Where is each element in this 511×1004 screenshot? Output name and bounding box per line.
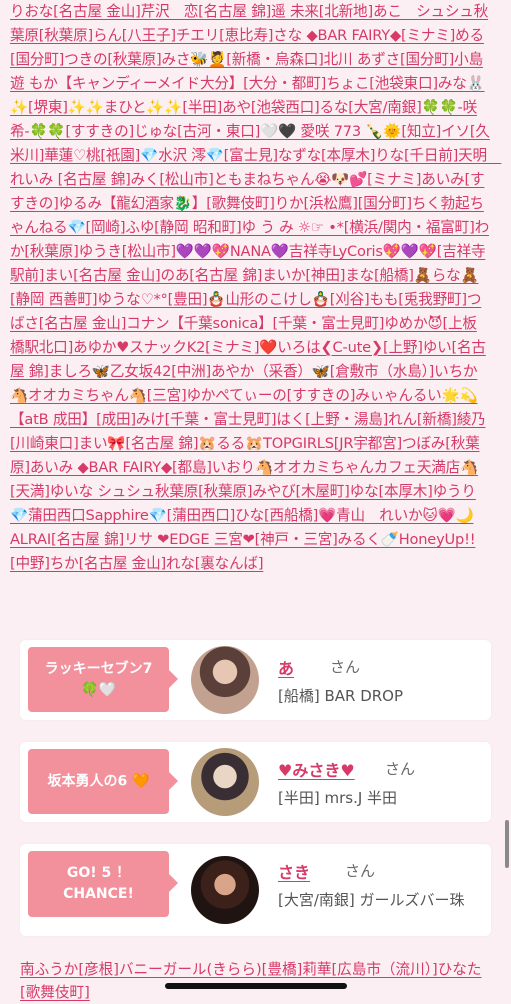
ranking-name-list-bottom[interactable]: 南ふうか[彦根]バニーガール(きらら)[豊橋]莉華[広島市（流川）]ひなた[歌舞… [20,958,490,1004]
honorific-label: さん [330,658,361,676]
rank-badge-label: 坂本勇人の6 🧡 [47,773,150,789]
cast-name-link[interactable]: あ [278,655,294,679]
honorific-label: さん [345,862,376,880]
scrollbar[interactable] [505,820,509,868]
rank-badge: 坂本勇人の6 🧡 [28,749,178,814]
ranking-card-6[interactable]: 坂本勇人の6 🧡 ♥みさき♥ さん [半田] mrs.J 半田 [20,742,491,822]
ranking-name-list[interactable]: りおな[名古屋 金山]芹沢 恋[名古屋 錦]遥 未来[北新地]あこ シュシュ秋葉… [10,0,502,576]
rank-badge-label: ラッキーセブン7 🍀🤍 [44,660,153,698]
avatar[interactable] [191,646,259,714]
shop-name: [半田] mrs.J 半田 [278,789,398,807]
rank-badge: ラッキーセブン7 🍀🤍 [28,647,178,712]
rank-badge: GO! 5 ！ CHANCE! [28,851,178,917]
shop-name: [大宮/南銀] ガールズバー珠 [278,891,465,909]
avatar[interactable] [191,856,259,924]
cast-name-link[interactable]: ♥みさき♥ [278,757,355,781]
ranking-card-7[interactable]: ラッキーセブン7 🍀🤍 あ さん [船橋] BAR DROP [20,640,491,720]
cast-name-link[interactable]: さき [278,859,310,883]
ranking-card-5[interactable]: GO! 5 ！ CHANCE! さき さん [大宮/南銀] ガールズバー珠 [20,844,491,936]
avatar[interactable] [191,748,259,816]
shop-name: [船橋] BAR DROP [278,687,404,705]
bottom-links-text[interactable]: 南ふうか[彦根]バニーガール(きらら)[豊橋]莉華[広島市（流川）]ひなた[歌舞… [20,961,481,1001]
home-indicator [165,983,347,989]
ranking-links-text[interactable]: りおな[名古屋 金山]芹沢 恋[名古屋 錦]遥 未来[北新地]あこ シュシュ秋葉… [10,3,502,572]
rank-badge-label: GO! 5 ！ CHANCE! [63,865,134,902]
honorific-label: さん [385,760,416,778]
